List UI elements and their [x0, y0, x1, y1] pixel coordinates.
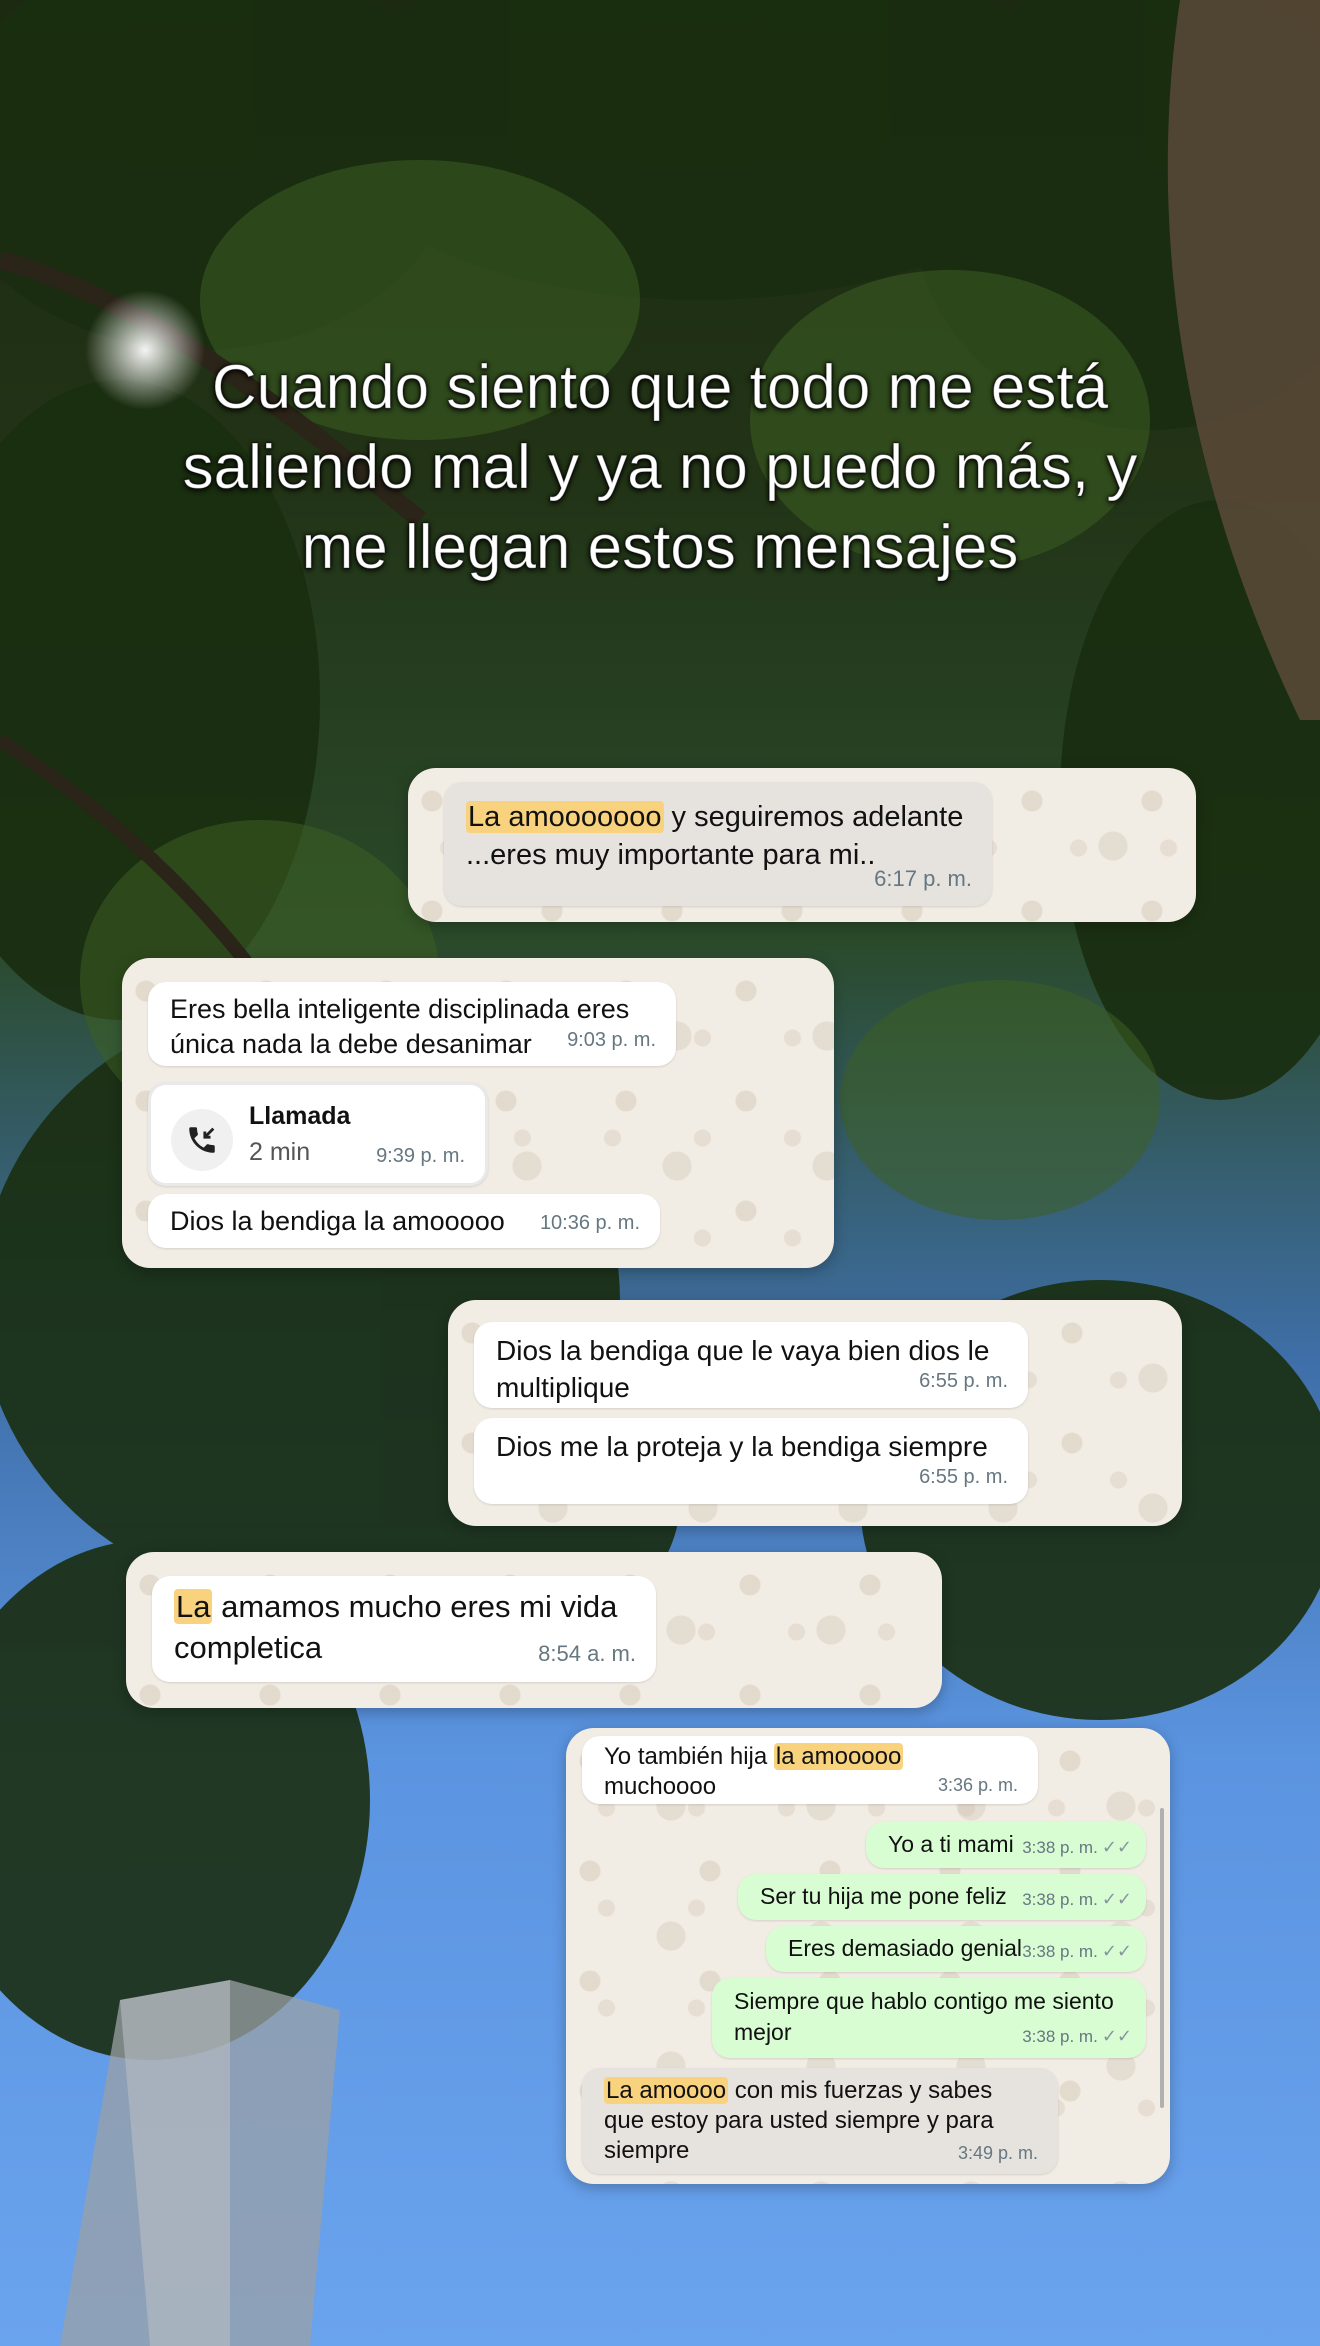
- call-time: 9:39 p. m.: [376, 1145, 465, 1167]
- message-bubble[interactable]: La amoooo con mis fuerzas y sabes que es…: [582, 2068, 1058, 2174]
- message-time: 6:55 p. m.: [919, 1466, 1008, 1488]
- story-caption: Cuando siento que todo me está saliendo …: [182, 353, 1138, 583]
- message-bubble[interactable]: Dios la bendiga que le vaya bien dios le…: [474, 1322, 1028, 1408]
- message-time: 3:36 p. m.: [937, 1775, 1018, 1795]
- highlighted-text: La: [174, 1589, 213, 1624]
- message-text: Yo también hija: [604, 1743, 774, 1770]
- highlighted-text: la amooooo: [773, 1743, 904, 1770]
- message-bubble[interactable]: Yo también hija la amooooo muchoooo 3:36…: [582, 1736, 1038, 1804]
- chat-screenshot-5: Yo también hija la amooooo muchoooo 3:36…: [566, 1728, 1170, 2184]
- message-text: Eres bella inteligente disciplinada eres…: [170, 994, 630, 1059]
- message-text: Yo a ti mami: [888, 1831, 1014, 1857]
- message-time: 3:38 p. m. ✓✓: [1022, 1941, 1132, 1961]
- message-time: 3:49 p. m.: [957, 2143, 1038, 2163]
- message-time: 8:54 a. m.: [538, 1641, 636, 1666]
- message-time: 3:38 p. m. ✓✓: [1022, 1889, 1132, 1909]
- message-time: 9:03 p. m.: [567, 1029, 656, 1051]
- message-text: Dios la bendiga que le vaya bien dios le…: [496, 1335, 990, 1403]
- highlighted-text: La amoooo: [604, 2077, 729, 2104]
- message-time: 6:55 p. m.: [919, 1370, 1008, 1392]
- call-duration: 2 min: [249, 1138, 311, 1166]
- chat-screenshot-3: Dios la bendiga que le vaya bien dios le…: [448, 1300, 1182, 1526]
- message-bubble[interactable]: Dios la bendiga la amooooo 10:36 p. m.: [148, 1194, 660, 1248]
- chat-screenshot-1: La amooooooo y seguiremos adelante ...er…: [408, 768, 1196, 922]
- message-text: muchoooo: [604, 1773, 717, 1800]
- outgoing-message-bubble[interactable]: Siempre que hablo contigo me siento mejo…: [712, 1978, 1146, 2058]
- message-bubble[interactable]: La amooooooo y seguiremos adelante ...er…: [444, 782, 992, 906]
- read-receipt-icon: ✓✓: [1101, 1941, 1132, 1961]
- message-text: Eres demasiado genial: [788, 1935, 1022, 1961]
- read-receipt-icon: ✓✓: [1101, 1889, 1132, 1909]
- message-text: Dios me la proteja y la bendiga siempre: [496, 1431, 988, 1462]
- read-receipt-icon: ✓✓: [1101, 2026, 1132, 2046]
- incoming-call-icon: [171, 1109, 233, 1171]
- message-text: Ser tu hija me pone feliz: [760, 1883, 1007, 1909]
- call-bubble[interactable]: Llamada 2 min 9:39 p. m.: [148, 1082, 488, 1186]
- outgoing-message-bubble[interactable]: Yo a ti mami 3:38 p. m. ✓✓: [866, 1822, 1146, 1868]
- message-bubble[interactable]: Eres bella inteligente disciplinada eres…: [148, 982, 676, 1066]
- message-bubble[interactable]: La amamos mucho eres mi vida completica …: [152, 1576, 656, 1682]
- message-bubble[interactable]: Dios me la proteja y la bendiga siempre …: [474, 1418, 1028, 1504]
- chat-screenshot-4: La amamos mucho eres mi vida completica …: [126, 1552, 942, 1708]
- call-title: Llamada: [249, 1102, 351, 1130]
- message-time: 3:38 p. m. ✓✓: [1022, 1837, 1132, 1857]
- highlighted-text: La amooooooo: [466, 801, 664, 833]
- chat-screenshot-2: Eres bella inteligente disciplinada eres…: [122, 958, 834, 1268]
- message-time: 6:17 p. m.: [874, 866, 972, 891]
- read-receipt-icon: ✓✓: [1101, 1837, 1132, 1857]
- scrollbar[interactable]: [1160, 1808, 1164, 2108]
- message-time: 10:36 p. m.: [539, 1212, 640, 1234]
- outgoing-message-bubble[interactable]: Eres demasiado genial 3:38 p. m. ✓✓: [766, 1926, 1146, 1972]
- message-text: Dios la bendiga la amooooo: [170, 1206, 505, 1236]
- outgoing-message-bubble[interactable]: Ser tu hija me pone feliz 3:38 p. m. ✓✓: [738, 1874, 1146, 1920]
- message-time: 3:38 p. m. ✓✓: [1022, 2026, 1132, 2046]
